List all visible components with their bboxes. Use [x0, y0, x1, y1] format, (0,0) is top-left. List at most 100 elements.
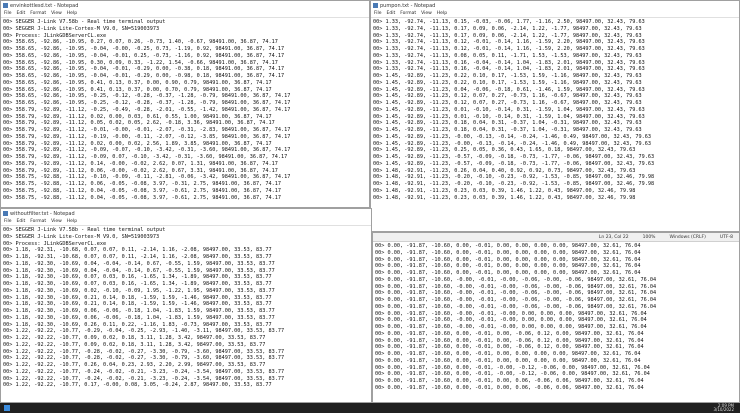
menu-help[interactable]: Help	[437, 11, 447, 16]
text-line: 00> 0.00, -91.87, -10.60, -0.00, -0.01, …	[375, 297, 657, 303]
menu-bar: File Edit Format View Help	[371, 10, 739, 18]
text-line: 00> 358.75, -92.88, -11.12, 0.04, -0.05,…	[3, 194, 281, 201]
text-line: 00> 1.45, -92.89, -11.23, -0.00, -0.13, …	[373, 140, 651, 147]
notepad-icon	[3, 211, 8, 216]
text-line: 00> 1.45, -92.89, -11.23, 0.01, -0.10, -…	[373, 113, 645, 120]
menu-format[interactable]: Format	[30, 11, 46, 16]
menu-view[interactable]: View	[51, 219, 62, 224]
menu-bar: File Edit Format View Help	[1, 10, 369, 18]
text-line: 00> 1.22, -92.22, -10.77, 0.09, 0.02, 0.…	[3, 335, 266, 341]
notepad-window-envinkottlesd[interactable]: envinkottlesd.txt - Notepad File Edit Fo…	[0, 0, 370, 208]
menu-view[interactable]: View	[421, 11, 432, 16]
text-line: 00> 1.45, -92.89, -11.23, 0.22, 0.10, 0.…	[373, 73, 642, 79]
text-line: 00> 1.33, -92.74, -11.13, 0.17, 0.09, 0.…	[373, 32, 642, 39]
taskbar: 2:09 PM 3/10/2022	[0, 403, 740, 413]
notepad-icon	[3, 3, 8, 8]
text-line: 00> 358.65, -92.86, -10.95, 0.41, 0.13, …	[3, 86, 272, 93]
text-line: 00> 1.18, -92.31, -10.68, 0.07, 0.07, 0.…	[3, 247, 272, 254]
text-line: 00> 1.33, -92.74, -11.13, 0.17, 0.09, 0.…	[373, 25, 642, 32]
menu-format[interactable]: Format	[400, 11, 416, 16]
menu-edit[interactable]: Edit	[387, 11, 396, 16]
text-line: 00> 358.79, -92.89, -11.12, -0.09, 0.07,…	[3, 154, 288, 160]
window-title: pumpon.txt - Notepad	[380, 2, 436, 9]
text-line: 00> 1.18, -92.30, -10.69, 0.21, 0.14, 0.…	[3, 294, 272, 301]
text-line: 00> 1.33, -92.74, -11.13, 0.12, -0.01, -…	[373, 46, 645, 52]
text-editor[interactable]: 00> 1.33, -92.74, -11.13, 0.15, -0.03, -…	[371, 18, 739, 201]
menu-format[interactable]: Format	[30, 219, 46, 224]
text-line: 00> 1.22, -92.22, -10.77, -0.29, -0.04, …	[3, 328, 285, 335]
window-title: withoutfilter.txt - Notepad	[10, 210, 75, 217]
text-line: 00> 0.00, -91.87, -10.60, -0.00, -0.01, …	[375, 324, 647, 330]
menu-bar: File Edit Format View Help	[1, 218, 371, 226]
text-line: 00> 0.00, -91.87, -10.60, 0.00, -0.01, 0…	[375, 330, 644, 337]
notepad-window-withoutfilter[interactable]: withoutfilter.txt - Notepad File Edit Fo…	[0, 208, 372, 403]
text-line: 00> 1.45, -92.89, -11.23, -0.57, -0.09, …	[373, 160, 655, 167]
text-line: 00> 358.79, -92.89, -11.12, 0.02, 0.00, …	[3, 113, 272, 120]
text-line: 00> 1.48, -92.91, -11.23, -0.20, -0.10, …	[373, 174, 655, 181]
text-line: 00> 1.45, -92.89, -11.23, 0.04, -0.06, -…	[373, 86, 645, 93]
text-line: 00> 0.00, -91.87, -10.60, 0.00, -0.01, -…	[375, 364, 650, 371]
text-line: 00> 0.00, -91.87, -10.60, 0.00, -0.01, 0…	[375, 249, 641, 256]
menu-edit[interactable]: Edit	[17, 219, 26, 224]
text-line: 00> 1.48, -92.91, -11.23, -0.20, -0.10, …	[373, 181, 655, 187]
text-line: 00> 1.48, -92.91, -11.23, 0.23, 0.03, 0.…	[373, 194, 636, 201]
text-line: 00> 358.79, -92.89, -11.12, -0.25, -0.49…	[3, 106, 291, 113]
system-clock[interactable]: 2:09 PM 3/10/2022	[713, 403, 740, 413]
text-line: 00> 1.45, -92.89, -11.23, 0.18, 0.04, 0.…	[373, 120, 642, 127]
text-line: 00> 0.00, -91.87, -10.60, 0.00, -0.01, 0…	[375, 263, 641, 270]
menu-view[interactable]: View	[51, 11, 62, 16]
text-line: 00> 1.22, -92.22, -10.77, -0.28, -0.02, …	[3, 348, 285, 355]
text-line: 00> 1.18, -92.30, -10.69, 0.07, 0.03, 0.…	[3, 281, 272, 287]
menu-help[interactable]: Help	[67, 219, 77, 224]
text-line: 00> 358.65, -92.86, -10.95, 0.41, 0.13, …	[3, 79, 272, 86]
text-line: 00> 1.45, -92.89, -11.23, 0.01, -0.10, -…	[373, 106, 645, 113]
text-line: 00> 1.18, -92.30, -10.69, 0.04, -0.04, -…	[3, 267, 275, 274]
text-editor[interactable]: 00> SEGGER J-Link V7.58b - Real time ter…	[1, 226, 371, 389]
text-line: 00> 1.33, -92.74, -11.13, 0.15, -0.03, -…	[373, 19, 645, 25]
text-line: 00> 358.65, -92.86, -10.95, -0.04, -0.01…	[3, 73, 285, 79]
title-bar[interactable]: pumpon.txt - Notepad	[371, 1, 739, 10]
text-line: 00> 1.22, -92.22, -10.77, -0.24, -0.02, …	[3, 368, 285, 375]
title-bar[interactable]: withoutfilter.txt - Notepad	[1, 209, 371, 218]
menu-help[interactable]: Help	[67, 11, 77, 16]
text-line: 00> 1.22, -92.22, -10.77, -0.28, -0.02, …	[3, 355, 285, 362]
encoding: UTF-8	[719, 234, 733, 240]
text-line: 00> 358.75, -92.88, -11.12, 0.04, -0.05,…	[3, 187, 281, 194]
text-line: 00> 1.18, -92.30, -10.69, 0.06, -0.06, -…	[3, 314, 275, 321]
text-line: 00> 0.00, -91.87, -10.60, 0.00, -0.01, 0…	[375, 384, 644, 391]
text-line: 00> 1.45, -92.89, -11.23, 0.12, 0.07, 0.…	[373, 93, 642, 100]
text-line: 00> 358.79, -92.89, -11.12, 0.05, 0.02, …	[3, 120, 275, 127]
title-bar[interactable]: envinkottlesd.txt - Notepad	[1, 1, 369, 10]
text-line: 00> 1.45, -92.89, -11.23, -0.00, -0.13, …	[373, 133, 651, 140]
text-line: 00> 1.45, -92.89, -11.23, 0.12, 0.07, 0.…	[373, 100, 642, 106]
text-line: 00> 1.18, -92.30, -10.69, 0.02, -0.10, -…	[3, 287, 275, 294]
text-line: 00> 1.22, -92.22, -10.77, 0.17, -0.00, 0…	[3, 382, 272, 389]
text-line: 00> 0.00, -91.87, -10.60, 0.00, -0.01, 0…	[375, 378, 644, 384]
notepad-window-pumpon[interactable]: pumpon.txt - Notepad File Edit Format Vi…	[370, 0, 740, 232]
text-line: 00> 0.00, -91.87, -10.60, -0.00, -0.01, …	[375, 283, 657, 290]
text-line: 00> SEGGER J-Link V7.58b - Real time ter…	[3, 19, 166, 25]
menu-file[interactable]: File	[4, 219, 12, 224]
windows-start-icon[interactable]	[4, 405, 10, 411]
text-line: 00> Process: JLinkGDBServerCL.exe	[3, 240, 107, 247]
text-line: 00> SEGGER J-Link Lite-Cortex-M V9.0, SN…	[3, 25, 160, 32]
text-line: 00> 1.45, -92.89, -11.23, -0.57, -0.09, …	[373, 154, 655, 160]
clock-date: 3/10/2022	[713, 407, 734, 412]
zoom-level: 100%	[642, 234, 656, 240]
menu-file[interactable]: File	[374, 11, 382, 16]
notepad-window-main[interactable]: Ln 23, Col 22 100% Windows (CRLF) UTF-8 …	[372, 232, 740, 403]
text-line: 00> 1.18, -92.30, -10.69, 0.26, 0.11, 0.…	[3, 321, 272, 328]
text-line: 00> 1.45, -92.89, -11.23, 0.18, 0.04, 0.…	[373, 127, 642, 133]
text-line: 00> 1.33, -92.74, -11.13, 0.16, -0.04, -…	[373, 66, 645, 73]
text-line: 00> 358.79, -92.89, -11.12, 0.02, 0.00, …	[3, 140, 272, 147]
window-title: envinkottlesd.txt - Notepad	[10, 2, 79, 9]
menu-file[interactable]: File	[4, 11, 12, 16]
text-line: 00> 358.65, -92.86, -10.95, 0.30, 0.09, …	[3, 59, 278, 66]
text-editor[interactable]: 00> 0.00, -91.87, -10.60, 0.00, -0.01, 0…	[373, 242, 739, 392]
text-editor[interactable]: 00> SEGGER J-Link V7.58b - Real time ter…	[1, 18, 369, 201]
menu-edit[interactable]: Edit	[17, 11, 26, 16]
text-line: 00> 0.00, -91.87, -10.60, -0.00, -0.01, …	[375, 317, 647, 324]
text-line: 00> 358.79, -92.89, -11.12, 0.06, -0.00,…	[3, 167, 278, 174]
text-line: 00> 358.65, -92.86, -10.95, -0.25, -0.12…	[3, 93, 291, 100]
text-line: 00> 1.33, -92.74, -11.13, 0.16, -0.04, -…	[373, 59, 645, 66]
